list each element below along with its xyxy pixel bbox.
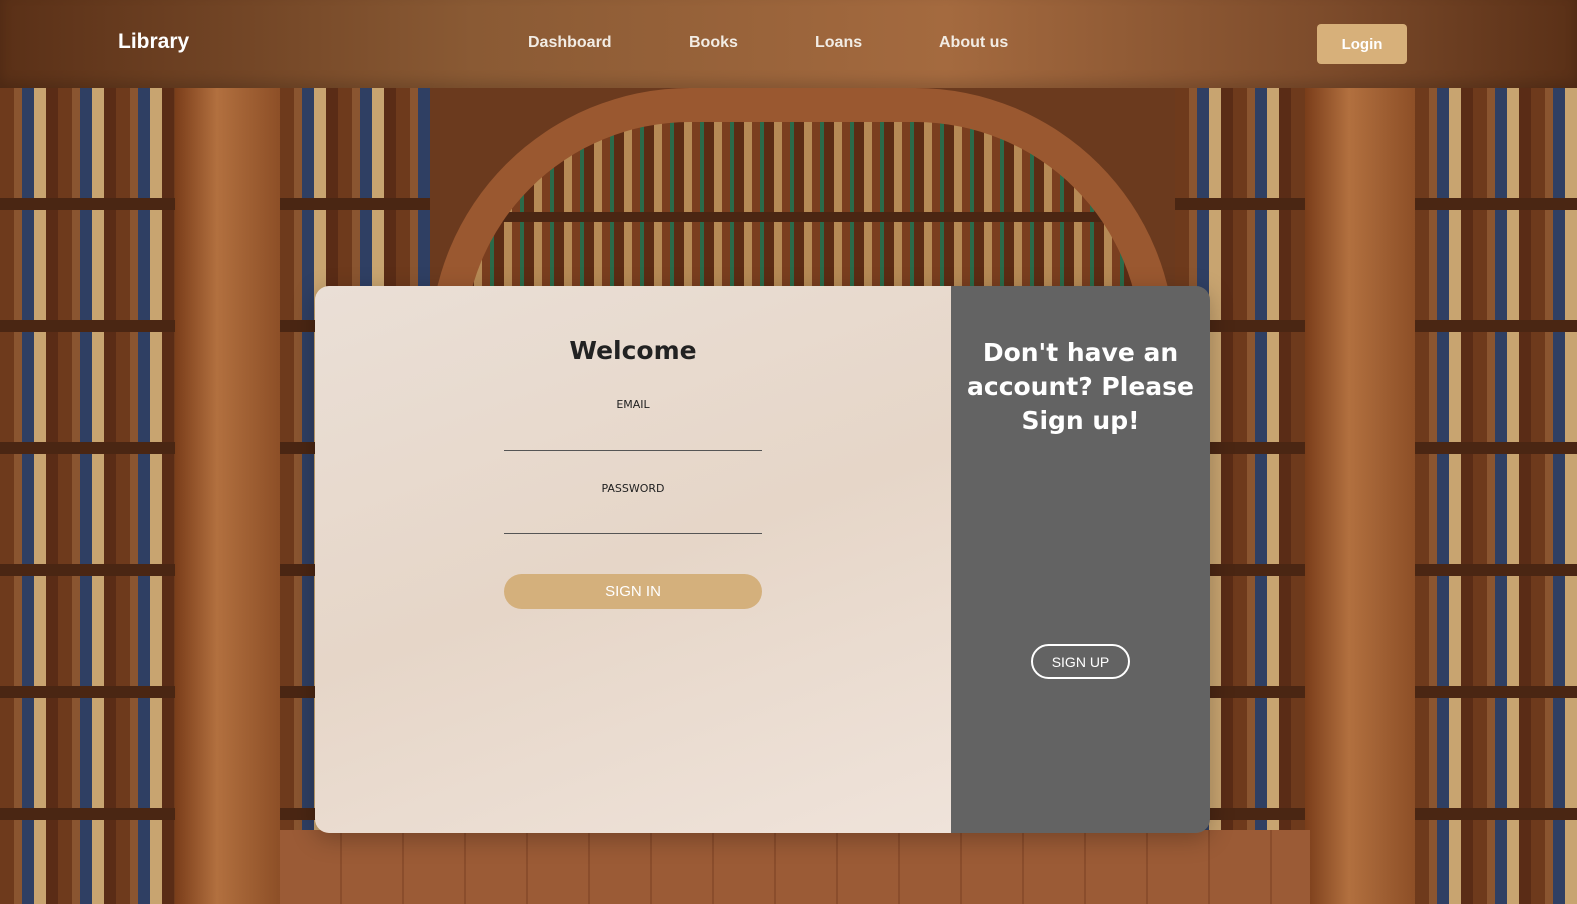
email-field[interactable] [504, 426, 762, 451]
sign-up-button[interactable]: SIGN UP [1031, 644, 1130, 679]
left-wooden-pillar [175, 88, 280, 904]
auth-card: Welcome EMAIL PASSWORD SIGN IN Don't hav… [315, 286, 1210, 833]
email-label: EMAIL [616, 398, 650, 411]
wooden-floor [280, 830, 1310, 904]
password-label: PASSWORD [601, 482, 665, 495]
signup-prompt-text: Don't have an account? Please Sign up! [967, 338, 1194, 435]
sign-in-button[interactable]: SIGN IN [504, 574, 762, 609]
nav-link-books[interactable]: Books [689, 34, 738, 52]
nav-link-dashboard[interactable]: Dashboard [528, 34, 612, 52]
signin-panel: Welcome EMAIL PASSWORD SIGN IN [315, 286, 951, 833]
right-wooden-pillar [1305, 88, 1415, 904]
signup-panel: Don't have an account? Please Sign up! S… [951, 286, 1210, 833]
nav-link-about-us[interactable]: About us [939, 34, 1008, 52]
left-bookshelf [0, 88, 175, 904]
login-button[interactable]: Login [1317, 24, 1407, 64]
nav-link-loans[interactable]: Loans [815, 34, 862, 52]
brand-logo-text[interactable]: Library [118, 30, 189, 54]
password-field[interactable] [504, 509, 762, 534]
signin-title: Welcome [569, 336, 697, 365]
top-navbar: Library Dashboard Books Loans About us L… [0, 0, 1577, 88]
right-bookshelf [1415, 88, 1577, 904]
